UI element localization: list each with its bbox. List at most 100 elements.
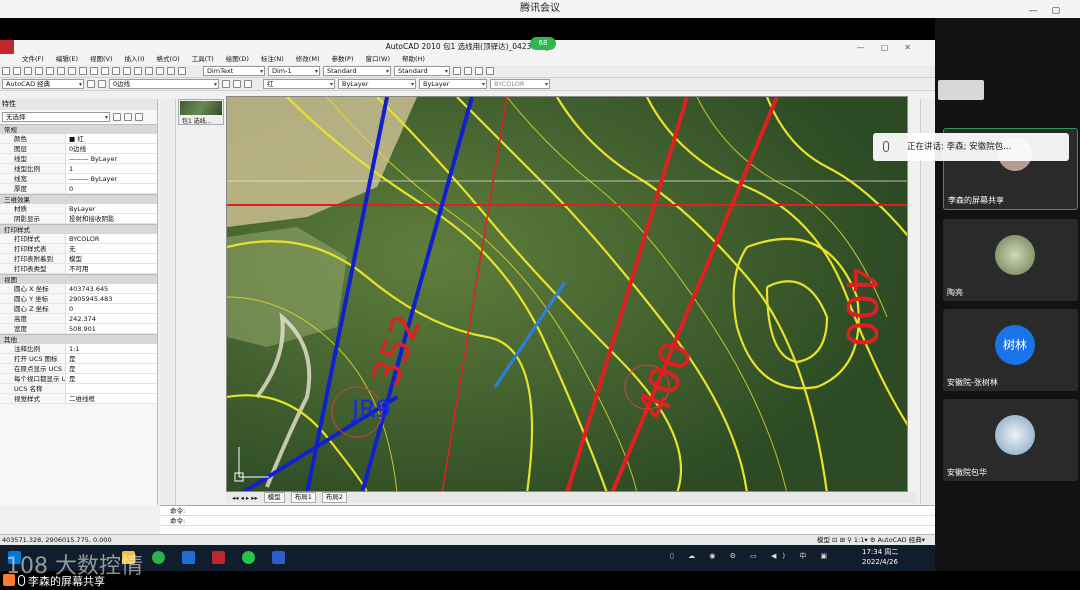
prop-value[interactable]: 是 — [66, 364, 157, 373]
pan-icon[interactable] — [112, 67, 120, 75]
prop-row[interactable]: 打印表附着到 模型 — [0, 254, 157, 264]
tab-layout1[interactable]: 布局1 — [290, 492, 316, 503]
prop-value[interactable]: 242.374 — [66, 314, 157, 323]
layer-state-icon[interactable] — [233, 80, 241, 88]
prop-row[interactable]: 颜色 ■ 红 — [0, 134, 157, 144]
redo-icon[interactable] — [101, 67, 109, 75]
prop-value[interactable]: 1 — [66, 164, 157, 173]
prop-section-header[interactable]: 常规 — [0, 124, 157, 134]
menu-insert[interactable]: 插入(I) — [125, 54, 145, 65]
system-tray-icons[interactable]: ▯ ☁ ◉ ⚙ ▭ ◀) 中 ▣ — [670, 551, 833, 561]
browser-icon[interactable] — [152, 551, 165, 564]
make-current-icon[interactable] — [222, 80, 230, 88]
menu-file[interactable]: 文件(F) — [22, 54, 44, 65]
paste-icon[interactable] — [79, 67, 87, 75]
prop-value[interactable]: 2905945.483 — [66, 294, 157, 303]
prop-row[interactable]: 圆心 Z 坐标 0 — [0, 304, 157, 314]
menu-view[interactable]: 视图(V) — [90, 54, 113, 65]
menu-draw[interactable]: 绘图(D) — [226, 54, 249, 65]
prop-value[interactable]: BYCOLOR — [66, 234, 157, 243]
wechat-icon[interactable] — [242, 551, 255, 564]
menu-window[interactable]: 窗口(W) — [365, 54, 390, 65]
open-file-icon[interactable] — [13, 67, 21, 75]
calculator-icon[interactable] — [167, 67, 175, 75]
prop-value[interactable]: 1:1 — [66, 344, 157, 353]
dim-style-select[interactable]: Dim-1 — [268, 66, 320, 76]
prop-row[interactable]: 打印样式 BYCOLOR — [0, 234, 157, 244]
draw-toolbar[interactable] — [160, 99, 176, 505]
status-right-controls[interactable]: 模型 ⊡ ⊞ ⚲ 1:1▾ ⚙ AutoCAD 经典▾ — [817, 535, 925, 545]
prop-value[interactable]: ——— ByLayer — [66, 174, 157, 183]
menu-dimension[interactable]: 标注(N) — [261, 54, 284, 65]
prop-section-header[interactable]: 三维效果 — [0, 194, 157, 204]
prop-value[interactable]: 是 — [66, 354, 157, 363]
prop-value[interactable]: 投射和接收阴影 — [66, 214, 157, 223]
lineweight-select[interactable]: ByLayer — [419, 79, 487, 89]
menu-modify[interactable]: 修改(M) — [296, 54, 320, 65]
layer-isolate-icon[interactable] — [486, 67, 494, 75]
prop-value[interactable]: 二维线框 — [66, 394, 157, 403]
selection-select[interactable]: 无选择 — [2, 112, 110, 122]
select-objects-icon[interactable] — [124, 113, 132, 121]
zoom-window-icon[interactable] — [134, 67, 142, 75]
taskbar-clock[interactable]: 17:34 周二 2022/4/26 — [862, 547, 898, 567]
prop-row[interactable]: 视觉样式 二维线框 — [0, 394, 157, 404]
layer-previous-icon[interactable] — [464, 67, 472, 75]
prop-row[interactable]: 宽度 508.901 — [0, 324, 157, 334]
menu-parametric[interactable]: 参数(P) — [331, 54, 353, 65]
linetype-select[interactable]: ByLayer — [338, 79, 416, 89]
workspace-select[interactable]: AutoCAD 经典 — [2, 79, 84, 89]
copy-icon[interactable] — [68, 67, 76, 75]
tab-model[interactable]: 模型 — [263, 492, 285, 503]
properties-icon[interactable] — [145, 67, 153, 75]
prop-value[interactable]: 是 — [66, 374, 157, 383]
prop-row[interactable]: 材质 ByLayer — [0, 204, 157, 214]
layer-manager-icon[interactable] — [453, 67, 461, 75]
prop-value[interactable]: ——— ByLayer — [66, 154, 157, 163]
prop-section-header[interactable]: 其他 — [0, 334, 157, 344]
help-icon[interactable] — [178, 67, 186, 75]
autocad-task-icon[interactable] — [212, 551, 225, 564]
zoom-icon[interactable] — [123, 67, 131, 75]
prop-value[interactable]: ByLayer — [66, 204, 157, 213]
multileader-style-select[interactable]: Standard — [394, 66, 450, 76]
quick-select-icon[interactable] — [113, 113, 121, 121]
word-icon[interactable] — [272, 551, 285, 564]
layer-match-icon[interactable] — [244, 80, 252, 88]
drawing-thumbnail[interactable]: 包1 选线... — [178, 99, 224, 125]
prop-row[interactable]: 每个视口都显示 U...是 — [0, 374, 157, 384]
prop-row[interactable]: 打印表类型 不可用 — [0, 264, 157, 274]
workspace-settings-icon[interactable] — [87, 80, 95, 88]
prop-row[interactable]: 注释比例 1:1 — [0, 344, 157, 354]
prop-section-header[interactable]: 打印样式 — [0, 224, 157, 234]
plotstyle-select[interactable]: BYCOLOR — [490, 79, 550, 89]
command-window[interactable]: 命令: 命令: — [160, 505, 935, 536]
design-center-icon[interactable] — [156, 67, 164, 75]
preview-icon[interactable] — [46, 67, 54, 75]
new-file-icon[interactable] — [2, 67, 10, 75]
prop-row[interactable]: 线型 ——— ByLayer — [0, 154, 157, 164]
undo-icon[interactable] — [90, 67, 98, 75]
photos-icon[interactable] — [182, 551, 195, 564]
prop-row[interactable]: 打开 UCS 图标是 — [0, 354, 157, 364]
match-layer-icon[interactable] — [475, 67, 483, 75]
tab-nav-arrows[interactable]: ◂◂ ◂ ▸ ▸▸ — [232, 494, 258, 502]
prop-value[interactable]: 0 — [66, 184, 157, 193]
menu-format[interactable]: 格式(O) — [157, 54, 180, 65]
prop-value[interactable]: 不可用 — [66, 264, 157, 273]
command-input-line[interactable]: 命令: — [160, 516, 935, 526]
prop-value[interactable]: ■ 红 — [66, 134, 157, 143]
cut-icon[interactable] — [57, 67, 65, 75]
menu-tools[interactable]: 工具(T) — [192, 54, 214, 65]
prop-value[interactable] — [66, 384, 157, 393]
prop-row[interactable]: 厚度 0 — [0, 184, 157, 194]
layer-props-icon[interactable] — [98, 80, 106, 88]
prop-row[interactable]: 圆心 X 坐标 403743.645 — [0, 284, 157, 294]
prop-value[interactable]: 无 — [66, 244, 157, 253]
save-icon[interactable] — [24, 67, 32, 75]
participant-tile-4[interactable]: 安徽院包华 — [943, 399, 1078, 481]
table-style-select[interactable]: Standard — [323, 66, 391, 76]
layer-select[interactable]: 0边线 — [109, 79, 219, 89]
prop-row[interactable]: 阴影显示 投射和接收阴影 — [0, 214, 157, 224]
prop-value[interactable]: 508.901 — [66, 324, 157, 333]
